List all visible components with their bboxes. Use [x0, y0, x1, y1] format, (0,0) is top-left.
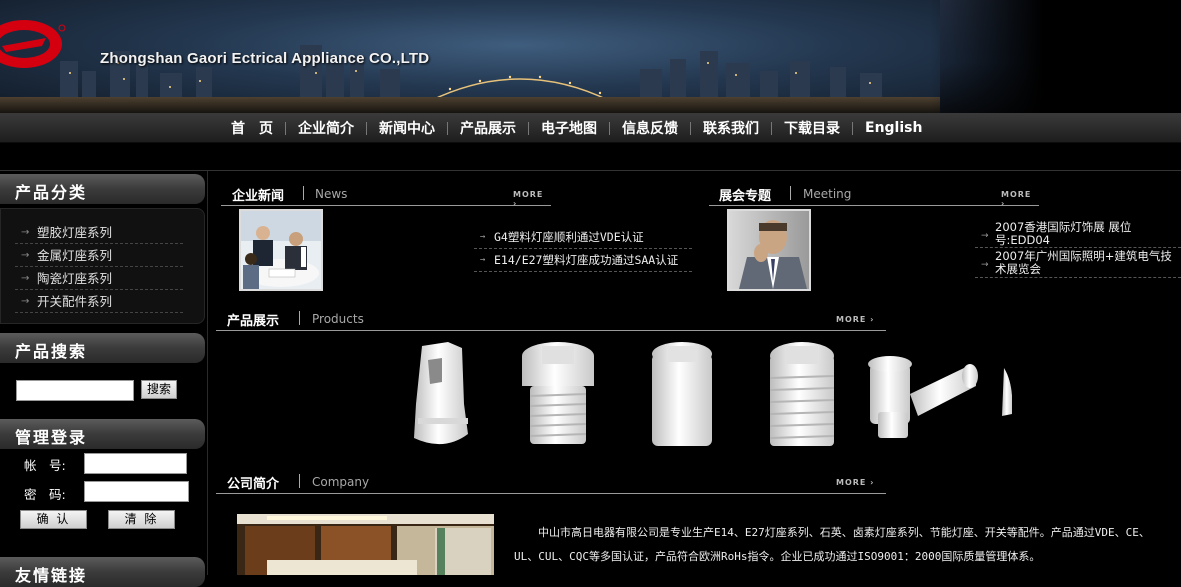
meeting-subtitle: Meeting [803, 187, 852, 201]
news-title: 企业新闻 [232, 189, 285, 204]
account-input[interactable] [84, 453, 187, 474]
search-button[interactable]: 搜索 [141, 380, 177, 399]
product-search-input[interactable] [16, 380, 134, 401]
news-section-header: 企业新闻 News MORE › [221, 176, 551, 208]
category-item-switch[interactable]: → 开关配件系列 [15, 291, 183, 313]
meeting-item[interactable]: → 2007年广州国际照明+建筑电气技术展览会 [975, 250, 1181, 278]
nav-contact[interactable]: 联系我们 [691, 118, 771, 138]
sidebar: 产品分类 → 塑胶灯座系列 → 金属灯座系列 → 陶瓷灯座系列 → 开关配件系列 产品搜… [0, 171, 208, 587]
lamp-holder-products-image [414, 342, 1012, 446]
arrow-icon: → [21, 296, 30, 307]
arrow-icon: → [480, 255, 486, 265]
product-search-title: 产品搜索 [0, 333, 205, 363]
nav-english[interactable]: English [853, 120, 934, 136]
arrow-icon: → [21, 250, 30, 261]
products-title: 产品展示 [227, 314, 280, 329]
news-item[interactable]: → G4塑料灯座顺利通过VDE认证 [474, 226, 692, 249]
company-intro-text: 中山市高日电器有限公司是专业生产E14、E27灯座系列、石英、卤素灯座系列、节能… [514, 526, 1150, 563]
products-more-link[interactable]: MORE › [836, 315, 874, 324]
news-photo [239, 209, 323, 291]
meeting-photo [727, 209, 811, 291]
products-section-header: 产品展示 Products MORE › [216, 301, 886, 331]
nav-home[interactable]: 首 页 [219, 118, 285, 138]
arrow-icon: → [21, 273, 30, 284]
lamp-holder-5 [868, 356, 978, 438]
account-label: 帐 号: [24, 458, 66, 473]
meeting-more-link[interactable]: MORE › [1001, 190, 1039, 208]
main-nav: 首 页 企业简介 新闻中心 产品展示 电子地图 信息反馈 联系我们 下载目录 E… [0, 113, 1181, 143]
category-item-ceramic[interactable]: → 陶瓷灯座系列 [15, 268, 183, 290]
company-section-header: 公司简介 Company MORE › [216, 464, 886, 494]
nav-news[interactable]: 新闻中心 [367, 118, 447, 138]
company-logo-icon [0, 20, 66, 68]
nav-products[interactable]: 产品展示 [448, 118, 528, 138]
header-banner: Zhongshan Gaori Ectrical Appliance CO.,L… [0, 0, 1181, 113]
nav-download[interactable]: 下载目录 [772, 118, 852, 138]
news-more-link[interactable]: MORE › [513, 190, 551, 208]
friend-links-title: 友情链接 [0, 557, 205, 587]
company-name: Zhongshan Gaori Ectrical Appliance CO.,L… [100, 50, 430, 67]
product-gallery[interactable] [392, 334, 1012, 454]
news-item[interactable]: → E14/E27塑料灯座成功通过SAA认证 [474, 249, 692, 272]
lamp-holder-3 [652, 342, 712, 446]
clear-button[interactable]: 清 除 [108, 510, 175, 529]
confirm-button[interactable]: 确 认 [20, 510, 87, 529]
product-categories-title: 产品分类 [0, 174, 205, 204]
lamp-holder-4 [769, 342, 835, 446]
products-subtitle: Products [312, 312, 364, 326]
nav-feedback[interactable]: 信息反馈 [610, 118, 690, 138]
company-lobby-photo [237, 514, 494, 575]
arrow-icon: → [981, 231, 989, 241]
banner-water [0, 97, 940, 113]
category-panel: → 塑胶灯座系列 → 金属灯座系列 → 陶瓷灯座系列 → 开关配件系列 [0, 208, 205, 324]
lamp-holder-1 [414, 342, 468, 445]
category-item-metal[interactable]: → 金属灯座系列 [15, 245, 183, 267]
company-more-link[interactable]: MORE › [836, 478, 874, 487]
company-subtitle: Company [312, 475, 370, 489]
thinking-man-image [729, 211, 809, 289]
arrow-icon: → [21, 227, 30, 238]
lamp-holder-6 [1002, 368, 1012, 416]
arrow-icon: → [981, 260, 989, 270]
nav-map[interactable]: 电子地图 [529, 118, 609, 138]
meeting-section-header: 展会专题 Meeting MORE › [709, 176, 1039, 208]
news-subtitle: News [315, 187, 348, 201]
category-item-plastic[interactable]: → 塑胶灯座系列 [15, 222, 183, 244]
admin-login-title: 管理登录 [0, 419, 205, 449]
office-lobby-image [237, 514, 494, 575]
business-meeting-image [241, 211, 321, 289]
meeting-item[interactable]: → 2007香港国际灯饰展 展位号:EDD04 [975, 221, 1181, 248]
nav-about[interactable]: 企业简介 [286, 118, 366, 138]
company-title: 公司简介 [227, 477, 280, 492]
arrow-icon: → [480, 232, 486, 242]
lamp-holder-2 [522, 342, 594, 444]
meeting-title: 展会专题 [719, 189, 772, 204]
password-label: 密 码: [24, 487, 66, 502]
password-input[interactable] [84, 481, 189, 502]
